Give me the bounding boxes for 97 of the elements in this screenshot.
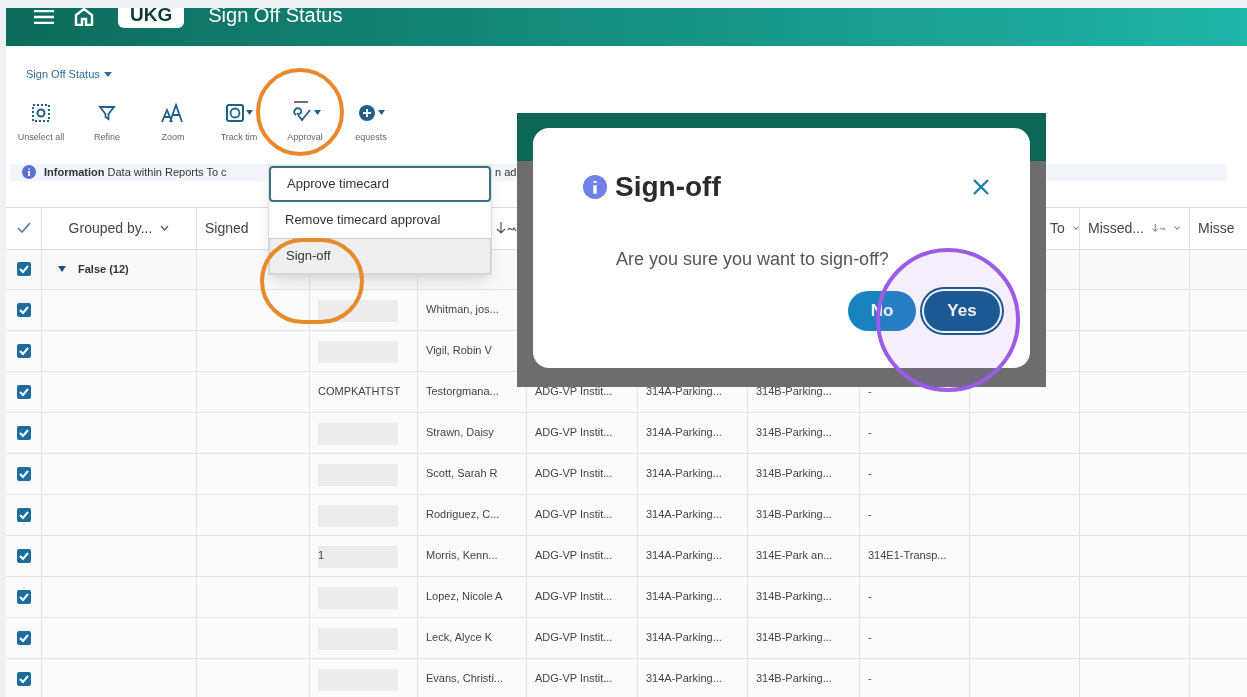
view-selector[interactable]: Sign Off Status (26, 66, 112, 83)
checkbox[interactable] (16, 630, 31, 645)
menu-item[interactable]: Remove timecard approval (269, 202, 491, 238)
table-cell-text: - (868, 466, 872, 482)
table-cell-text: 314A-Parking... (646, 671, 722, 687)
table-cell-text: 314A-Parking... (646, 589, 722, 605)
page-title: Sign Off Status (208, 8, 343, 28)
table-cell-text: 314B-Parking... (756, 507, 832, 523)
caret-icon (377, 110, 385, 115)
plus-circle-icon (357, 103, 376, 122)
table-cell-text: ADG-VP Instit... (535, 507, 613, 523)
checkbox[interactable] (16, 384, 31, 399)
close-icon[interactable] (972, 178, 990, 196)
table-cell-text: 314A-Parking... (646, 548, 722, 564)
table-cell-text: 314E1-Transp... (868, 548, 947, 564)
column-header[interactable]: To (1050, 217, 1065, 239)
toolbar-button[interactable]: Unselect all (10, 100, 72, 144)
table-cell-text: Strawn, Daisy (426, 425, 494, 441)
info-icon (583, 175, 607, 199)
table-cell-text: ADG-VP Instit... (535, 384, 613, 400)
toolbar-button[interactable]: Track tim (208, 100, 270, 144)
checkbox[interactable] (16, 671, 31, 686)
table-cell-text: Evans, Christi... (426, 671, 504, 687)
caret-icon (313, 110, 321, 115)
chevron-down-icon (160, 225, 170, 231)
toolbar-button[interactable]: equests (340, 100, 402, 144)
table-cell-text: - (868, 507, 872, 523)
check-icon[interactable] (16, 222, 31, 234)
table-cell-text: 314B-Parking... (756, 671, 832, 687)
table-cell-text: Testorgmana... (426, 384, 499, 400)
table-cell-text: 314B-Parking... (756, 630, 832, 646)
table-cell-text: - (868, 630, 872, 646)
checkbox[interactable] (16, 507, 31, 522)
column-header[interactable]: Misse (1198, 217, 1235, 239)
table-cell-text: 314A-Parking... (646, 425, 722, 441)
table-cell-text: Whitman, jos... (426, 302, 499, 318)
dialog-message: Are you sure you want to sign-off? (616, 248, 889, 271)
table-cell-text: 314B-Parking... (756, 384, 832, 400)
table-cell-text: 1 (318, 548, 325, 564)
expand-caret-icon[interactable] (58, 266, 66, 272)
column-header[interactable]: Grouped by... (68, 217, 153, 239)
table-cell-text: ADG-VP Instit... (535, 425, 613, 441)
table-cell-text: 314E-Park an... (756, 548, 833, 564)
table-cell-text: Rodriguez, C... (426, 507, 500, 523)
checkbox[interactable] (16, 425, 31, 440)
sort-icon (1152, 222, 1167, 234)
table-cell-text: - (868, 671, 872, 687)
table-cell-text: Morris, Kenn... (426, 548, 498, 564)
table-cell-text: 314B-Parking... (756, 425, 832, 441)
chevron-down-icon (1174, 225, 1181, 231)
home-icon[interactable] (74, 8, 94, 26)
table-cell-text: COMPKATHTST (318, 384, 401, 400)
table-cell-text: Leck, Alyce K (426, 630, 493, 646)
column-header[interactable]: Signed (205, 217, 249, 239)
table-cell-text: 314B-Parking... (756, 466, 832, 482)
toolbar-button[interactable]: Refine (76, 100, 138, 144)
checkbox[interactable] (16, 589, 31, 604)
checkbox[interactable] (16, 262, 31, 276)
sort-icon (496, 222, 518, 234)
table-cell-text: - (868, 384, 872, 400)
table-cell-text: 314A-Parking... (646, 630, 722, 646)
checkbox[interactable] (16, 548, 31, 563)
dialog-title: Sign-off (615, 170, 721, 204)
group-label: False (12) (78, 261, 129, 277)
menu-item[interactable]: Sign-off (269, 238, 491, 274)
table-cell-text: 314A-Parking... (646, 384, 722, 400)
info-text: n ad (495, 165, 517, 180)
filter-icon (98, 103, 116, 122)
chevron-down-icon (1072, 225, 1079, 231)
column-header[interactable]: Missed... (1088, 217, 1144, 239)
toolbar-button[interactable]: Zoom (142, 100, 204, 144)
clock-icon (225, 103, 244, 122)
info-text: Information Data within Reports To c (44, 165, 228, 180)
table-cell-text: ADG-VP Instit... (535, 466, 613, 482)
menu-icon[interactable] (34, 10, 54, 24)
checkbox[interactable] (16, 466, 31, 481)
table-cell-text: ADG-VP Instit... (535, 548, 613, 564)
table-cell-text: - (868, 589, 872, 605)
checkbox[interactable] (16, 302, 31, 317)
toolbar-button[interactable]: Approval (274, 100, 336, 144)
dotted-square-icon (31, 102, 51, 123)
text-size-icon (161, 102, 185, 123)
caret-icon (245, 110, 253, 115)
checkbox[interactable] (16, 343, 31, 358)
table-cell-text: Lopez, Nicole A (426, 589, 503, 605)
menu-item[interactable]: Approve timecard (269, 166, 491, 202)
table-cell-text: Scott, Sarah R (426, 466, 498, 482)
table-cell-text: ADG-VP Instit... (535, 589, 613, 605)
table-cell-text: ADG-VP Instit... (535, 671, 613, 687)
table-cell-text: ADG-VP Instit... (535, 630, 613, 646)
table-cell-text: 314B-Parking... (756, 589, 832, 605)
table-cell-text: - (868, 425, 872, 441)
caret-icon (103, 71, 112, 77)
table-cell-text: 314A-Parking... (646, 507, 722, 523)
table-cell-text: 314A-Parking... (646, 466, 722, 482)
logo: UKG (118, 8, 185, 28)
table-cell-text: Vigil, Robin V (426, 343, 492, 359)
